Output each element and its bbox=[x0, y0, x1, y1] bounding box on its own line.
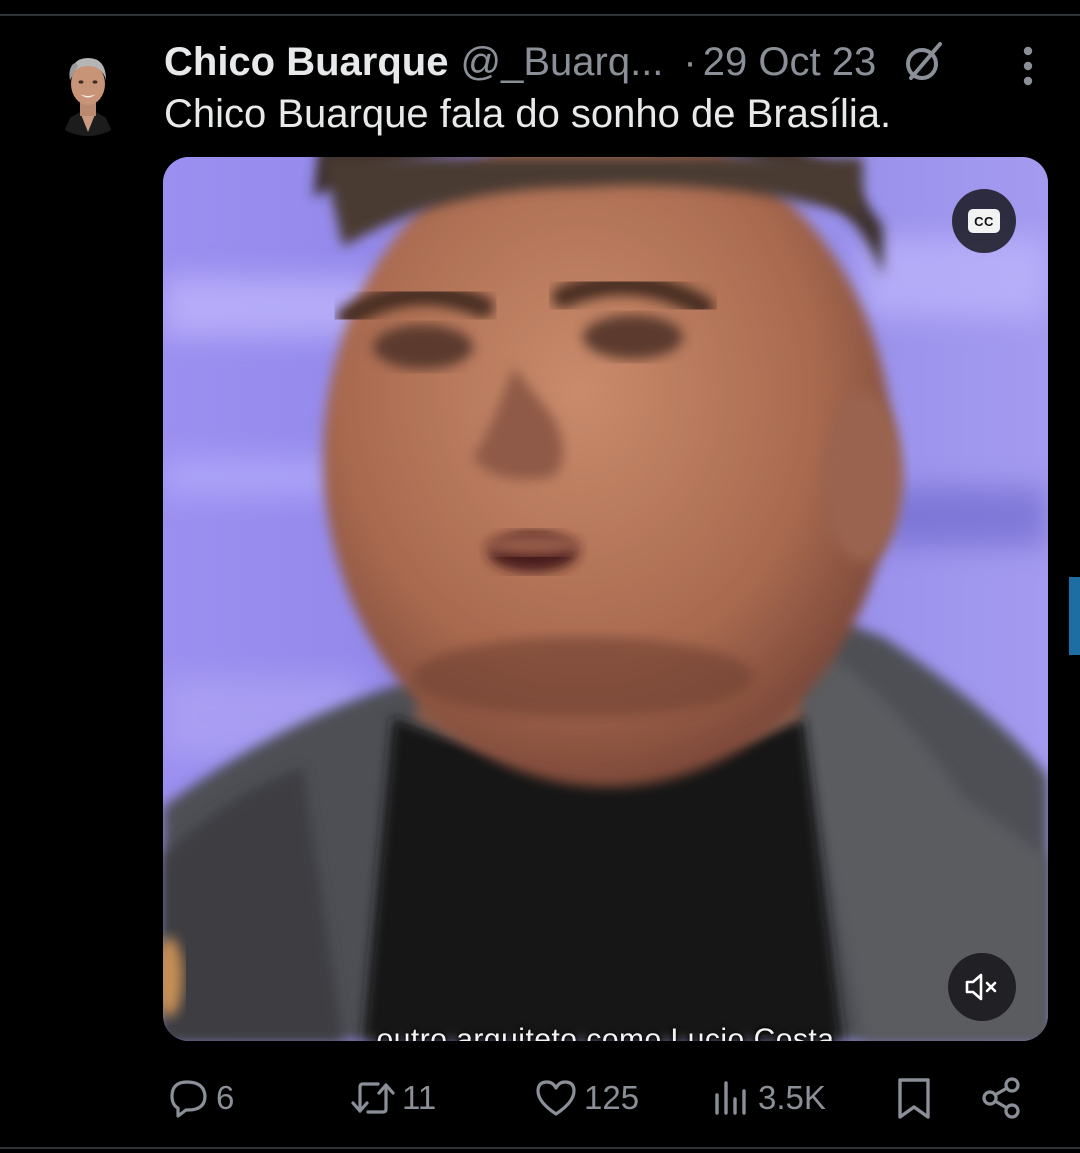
cc-icon: CC bbox=[968, 209, 1000, 233]
share-icon bbox=[982, 1077, 1020, 1119]
avatar-photo bbox=[40, 40, 136, 136]
tweet-card[interactable]: Chico Buarque @_Buarq... · 29 Oct 23 Chi… bbox=[0, 0, 1080, 1153]
views-count: 3.5K bbox=[758, 1079, 826, 1116]
speaker-muted-icon bbox=[965, 973, 997, 1001]
tweet-header: Chico Buarque @_Buarq... · 29 Oct 23 bbox=[164, 36, 946, 88]
repost-count: 11 bbox=[402, 1079, 437, 1116]
share-button[interactable] bbox=[980, 1068, 1024, 1128]
grok-slash-icon[interactable] bbox=[902, 40, 946, 84]
views-bar-chart-icon bbox=[715, 1081, 746, 1115]
repost-button[interactable]: 11 bbox=[350, 1068, 436, 1128]
user-handle[interactable]: @_Buarq... bbox=[460, 40, 663, 85]
mute-button[interactable] bbox=[948, 953, 1016, 1021]
separator-dot: · bbox=[683, 39, 697, 84]
like-button[interactable]: 125 bbox=[534, 1068, 639, 1128]
tweet-text: Chico Buarque fala do sonho de Brasília. bbox=[164, 92, 892, 136]
bookmark-icon bbox=[898, 1078, 930, 1119]
captions-button[interactable]: CC bbox=[952, 189, 1016, 253]
heart-icon bbox=[536, 1080, 576, 1116]
views-button[interactable]: 3.5K bbox=[712, 1068, 826, 1128]
avatar[interactable] bbox=[40, 40, 136, 136]
more-vertical-icon[interactable] bbox=[1008, 40, 1048, 88]
like-count: 125 bbox=[584, 1079, 640, 1116]
action-bar: 6 11 125 3.5K bbox=[0, 1068, 1080, 1128]
reply-count: 6 bbox=[216, 1079, 235, 1116]
video-player[interactable]: CC outro arquiteto como Lucio Costa bbox=[163, 157, 1048, 1041]
display-name[interactable]: Chico Buarque bbox=[164, 40, 448, 85]
tweet-date[interactable]: 29 Oct 23 bbox=[703, 40, 876, 85]
top-divider bbox=[0, 14, 1080, 16]
bottom-divider bbox=[0, 1147, 1080, 1149]
scroll-indicator[interactable] bbox=[1069, 577, 1080, 655]
reply-icon bbox=[170, 1080, 207, 1118]
video-frame bbox=[163, 157, 1048, 1041]
bookmark-button[interactable] bbox=[892, 1068, 936, 1128]
repost-icon bbox=[351, 1082, 395, 1114]
video-subtitle: outro arquiteto como Lucio Costa bbox=[376, 1023, 835, 1041]
reply-button[interactable]: 6 bbox=[168, 1068, 234, 1128]
